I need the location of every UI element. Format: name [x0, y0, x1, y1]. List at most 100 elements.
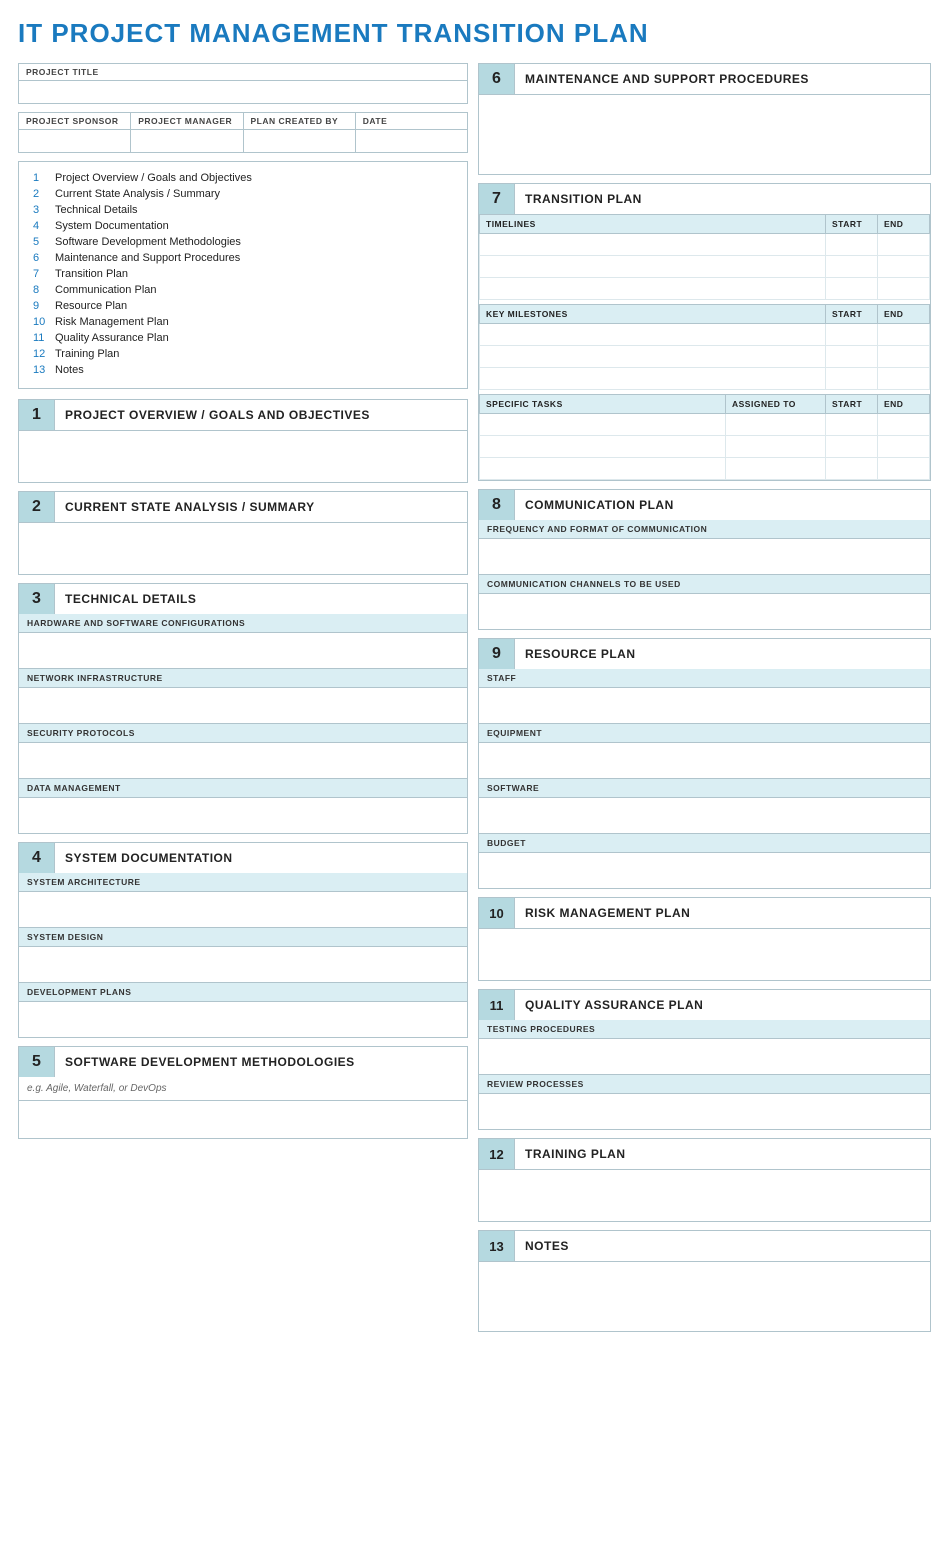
project-title-value[interactable]	[19, 81, 467, 103]
section-5-num: 5	[19, 1047, 55, 1077]
staff-content[interactable]	[479, 687, 930, 723]
security-content[interactable]	[19, 742, 467, 778]
toc-item-1: 1 Project Overview / Goals and Objective…	[33, 170, 453, 186]
toc-num-8: 8	[33, 284, 55, 296]
section-10-header: 10 RISK MANAGEMENT PLAN	[479, 898, 930, 928]
section-8-header: 8 COMMUNICATION PLAN	[479, 490, 930, 520]
toc-num-3: 3	[33, 204, 55, 216]
project-title-field[interactable]: PROJECT TITLE	[18, 63, 468, 104]
tasks-start-label: START	[826, 395, 878, 414]
section-2-title: CURRENT STATE ANALYSIS / SUMMARY	[55, 492, 467, 522]
sub-label-sys-arch: SYSTEM ARCHITECTURE	[19, 873, 467, 891]
section-12-header: 12 TRAINING PLAN	[479, 1139, 930, 1169]
timelines-label: TIMELINES	[480, 215, 826, 234]
toc-num-12: 12	[33, 348, 55, 360]
section-5-content[interactable]	[19, 1100, 467, 1138]
hw-sw-content[interactable]	[19, 632, 467, 668]
section-2-content[interactable]	[19, 522, 467, 574]
section-3-body: HARDWARE AND SOFTWARE CONFIGURATIONS NET…	[19, 614, 467, 833]
toc-label-2: Current State Analysis / Summary	[55, 188, 220, 200]
section-12-content[interactable]	[479, 1169, 930, 1221]
data-mgmt-content[interactable]	[19, 797, 467, 833]
toc-item-10: 10 Risk Management Plan	[33, 314, 453, 330]
milestones-table: KEY MILESTONES START END	[479, 304, 930, 390]
toc-label-10: Risk Management Plan	[55, 316, 169, 328]
software-content[interactable]	[479, 797, 930, 833]
project-title-label: PROJECT TITLE	[19, 64, 467, 81]
toc-num-9: 9	[33, 300, 55, 312]
freq-format-content[interactable]	[479, 538, 930, 574]
section-7-num: 7	[479, 184, 515, 214]
timeline-row-3	[480, 278, 930, 300]
milestone-row-2	[480, 346, 930, 368]
section-13-content[interactable]	[479, 1261, 930, 1331]
task-row-3	[480, 458, 930, 480]
section-7-body: TIMELINES START END KE	[479, 214, 930, 480]
toc-label-8: Communication Plan	[55, 284, 157, 296]
section-11-body: TESTING PROCEDURES REVIEW PROCESSES	[479, 1020, 930, 1129]
section-11-title: QUALITY ASSURANCE PLAN	[515, 990, 930, 1020]
section-9-body: STAFF EQUIPMENT SOFTWARE BUDGET	[479, 669, 930, 888]
toc-item-12: 12 Training Plan	[33, 346, 453, 362]
plan-created-by-value[interactable]	[244, 130, 355, 152]
section-9-num: 9	[479, 639, 515, 669]
project-sponsor-field[interactable]: PROJECT SPONSOR	[19, 113, 131, 152]
sub-label-data-mgmt: DATA MANAGEMENT	[19, 778, 467, 797]
network-content[interactable]	[19, 687, 467, 723]
section-6-content[interactable]	[479, 94, 930, 174]
timeline-row-1	[480, 234, 930, 256]
toc-label-5: Software Development Methodologies	[55, 236, 241, 248]
sub-label-budget: BUDGET	[479, 833, 930, 852]
sys-design-content[interactable]	[19, 946, 467, 982]
sub-label-dev-plans: DEVELOPMENT PLANS	[19, 982, 467, 1001]
equipment-content[interactable]	[479, 742, 930, 778]
toc-item-9: 9 Resource Plan	[33, 298, 453, 314]
comm-channels-content[interactable]	[479, 593, 930, 629]
toc-num-7: 7	[33, 268, 55, 280]
section-2-num: 2	[19, 492, 55, 522]
section-1-body	[19, 430, 467, 482]
project-manager-field[interactable]: PROJECT MANAGER	[131, 113, 243, 152]
date-field[interactable]: DATE	[356, 113, 467, 152]
section-12-block: 12 TRAINING PLAN	[478, 1138, 931, 1222]
section-7-header: 7 TRANSITION PLAN	[479, 184, 930, 214]
section-11-num: 11	[479, 990, 515, 1020]
section-6-num: 6	[479, 64, 515, 94]
toc-label-12: Training Plan	[55, 348, 119, 360]
section-7-block: 7 TRANSITION PLAN TIMELINES START END	[478, 183, 931, 481]
budget-content[interactable]	[479, 852, 930, 888]
testing-content[interactable]	[479, 1038, 930, 1074]
section-8-body: FREQUENCY AND FORMAT OF COMMUNICATION CO…	[479, 520, 930, 629]
section-2-header: 2 CURRENT STATE ANALYSIS / SUMMARY	[19, 492, 467, 522]
date-label: DATE	[356, 113, 467, 130]
timeline-row-2	[480, 256, 930, 278]
sub-label-security: SECURITY PROTOCOLS	[19, 723, 467, 742]
date-value[interactable]	[356, 130, 467, 152]
sub-label-hw-sw: HARDWARE AND SOFTWARE CONFIGURATIONS	[19, 614, 467, 632]
section-3-block: 3 TECHNICAL DETAILS HARDWARE AND SOFTWAR…	[18, 583, 468, 834]
section-13-num: 13	[479, 1231, 515, 1261]
sys-arch-content[interactable]	[19, 891, 467, 927]
toc-num-5: 5	[33, 236, 55, 248]
section-6-block: 6 MAINTENANCE AND SUPPORT PROCEDURES	[478, 63, 931, 175]
section-5-body: e.g. Agile, Waterfall, or DevOps	[19, 1077, 467, 1138]
project-sponsor-value[interactable]	[19, 130, 130, 152]
project-manager-value[interactable]	[131, 130, 242, 152]
milestones-label: KEY MILESTONES	[480, 305, 826, 324]
section-13-header: 13 NOTES	[479, 1231, 930, 1261]
table-of-contents: 1 Project Overview / Goals and Objective…	[18, 161, 468, 389]
section-8-block: 8 COMMUNICATION PLAN FREQUENCY AND FORMA…	[478, 489, 931, 630]
section-1-content[interactable]	[19, 430, 467, 482]
dev-plans-content[interactable]	[19, 1001, 467, 1037]
toc-item-4: 4 System Documentation	[33, 218, 453, 234]
section-10-body	[479, 928, 930, 980]
sub-label-sys-design: SYSTEM DESIGN	[19, 927, 467, 946]
section-10-content[interactable]	[479, 928, 930, 980]
section-5-hint: e.g. Agile, Waterfall, or DevOps	[19, 1077, 467, 1100]
toc-label-9: Resource Plan	[55, 300, 127, 312]
section-1-block: 1 PROJECT OVERVIEW / GOALS AND OBJECTIVE…	[18, 399, 468, 483]
review-content[interactable]	[479, 1093, 930, 1129]
section-3-num: 3	[19, 584, 55, 614]
plan-created-by-field[interactable]: PLAN CREATED BY	[244, 113, 356, 152]
milestones-start-label: START	[826, 305, 878, 324]
